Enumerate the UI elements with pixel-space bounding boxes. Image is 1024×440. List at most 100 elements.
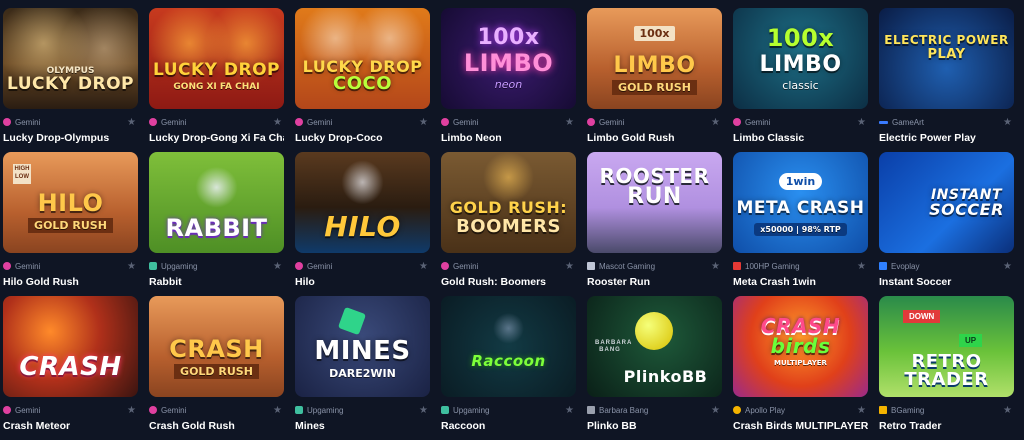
game-card[interactable]: Raccoon Upgaming ★ Raccoon xyxy=(441,296,576,440)
game-title[interactable]: Retro Trader xyxy=(879,420,1014,432)
favorite-star-icon[interactable]: ★ xyxy=(711,117,720,128)
favorite-star-icon[interactable]: ★ xyxy=(857,117,866,128)
game-thumbnail[interactable]: ROOSTER RUN xyxy=(587,152,722,253)
favorite-star-icon[interactable]: ★ xyxy=(1003,117,1012,128)
provider-row: Gemini ★ xyxy=(441,259,576,273)
game-thumbnail[interactable]: 100x LIMBO GOLD RUSH xyxy=(587,8,722,109)
game-card[interactable]: MINES DARE2WIN Upgaming ★ Mines xyxy=(295,296,430,440)
game-thumbnail[interactable]: Raccoon xyxy=(441,296,576,397)
favorite-star-icon[interactable]: ★ xyxy=(565,405,574,416)
favorite-star-icon[interactable]: ★ xyxy=(711,405,720,416)
favorite-star-icon[interactable]: ★ xyxy=(273,405,282,416)
game-card[interactable]: BARBARA BANG PlinkoBB Barbara Bang ★ Pli… xyxy=(587,296,722,440)
game-thumbnail[interactable]: RABBIT xyxy=(149,152,284,253)
game-title[interactable]: Limbo Classic xyxy=(733,132,868,144)
game-title[interactable]: Lucky Drop-Gong Xi Fa Chai xyxy=(149,132,284,144)
game-card[interactable]: HIGH LOW HILO GOLD RUSH Gemini ★ Hilo Go… xyxy=(3,152,138,296)
favorite-star-icon[interactable]: ★ xyxy=(419,261,428,272)
art-title: HILO xyxy=(37,188,104,217)
game-card[interactable]: INSTANT SOCCER Evoplay ★ Instant Soccer xyxy=(879,152,1014,296)
favorite-star-icon[interactable]: ★ xyxy=(857,405,866,416)
game-title[interactable]: Hilo xyxy=(295,276,430,288)
provider-logo-icon xyxy=(587,406,595,414)
game-thumbnail[interactable]: 100x LIMBO neon xyxy=(441,8,576,109)
game-card[interactable]: LUCKY DROP GONG XI FA CHAI Gemini ★ Luck… xyxy=(149,8,284,152)
game-thumbnail[interactable]: DOWN UP RETRO TRADER xyxy=(879,296,1014,397)
game-thumbnail[interactable]: OLYMPUS LUCKY DROP xyxy=(3,8,138,109)
game-title[interactable]: Crash Birds MULTIPLAYER xyxy=(733,420,868,432)
game-card[interactable]: CRASH GOLD RUSH Gemini ★ Crash Gold Rush xyxy=(149,296,284,440)
game-thumbnail[interactable]: INSTANT SOCCER xyxy=(879,152,1014,253)
game-thumbnail[interactable]: HILO xyxy=(295,152,430,253)
favorite-star-icon[interactable]: ★ xyxy=(419,117,428,128)
game-title[interactable]: Plinko BB xyxy=(587,420,722,432)
game-thumbnail[interactable]: CRASH birds MULTIPLAYER xyxy=(733,296,868,397)
favorite-star-icon[interactable]: ★ xyxy=(273,261,282,272)
game-card[interactable]: GOLD RUSH: BOOMERS Gemini ★ Gold Rush: B… xyxy=(441,152,576,296)
provider-logo-icon xyxy=(295,118,303,126)
game-thumbnail[interactable]: HIGH LOW HILO GOLD RUSH xyxy=(3,152,138,253)
favorite-star-icon[interactable]: ★ xyxy=(1003,261,1012,272)
game-card[interactable]: 100x LIMBO classic Gemini ★ Limbo Classi… xyxy=(733,8,868,152)
favorite-star-icon[interactable]: ★ xyxy=(127,405,136,416)
provider-row: Gemini ★ xyxy=(3,259,138,273)
game-title[interactable]: Limbo Neon xyxy=(441,132,576,144)
game-thumbnail[interactable]: MINES DARE2WIN xyxy=(295,296,430,397)
favorite-star-icon[interactable]: ★ xyxy=(127,261,136,272)
game-card[interactable]: HILO Gemini ★ Hilo xyxy=(295,152,430,296)
game-thumbnail[interactable]: ELECTRIC POWER PLAY xyxy=(879,8,1014,109)
game-thumbnail[interactable]: LUCKY DROP COCO xyxy=(295,8,430,109)
favorite-star-icon[interactable]: ★ xyxy=(565,261,574,272)
game-card[interactable]: CRASH Gemini ★ Crash Meteor xyxy=(3,296,138,440)
art-subtitle: neon xyxy=(494,77,523,91)
game-card[interactable]: ROOSTER RUN Mascot Gaming ★ Rooster Run xyxy=(587,152,722,296)
art-multiplier: 100x xyxy=(477,24,540,50)
game-title[interactable]: Instant Soccer xyxy=(879,276,1014,288)
game-title[interactable]: Crash Meteor xyxy=(3,420,138,432)
game-title[interactable]: Crash Gold Rush xyxy=(149,420,284,432)
favorite-star-icon[interactable]: ★ xyxy=(857,261,866,272)
game-card[interactable]: DOWN UP RETRO TRADER BGaming ★ Retro Tra… xyxy=(879,296,1014,440)
game-thumbnail[interactable]: BARBARA BANG PlinkoBB xyxy=(587,296,722,397)
game-thumbnail[interactable]: 100x LIMBO classic xyxy=(733,8,868,109)
provider-name: Upgaming xyxy=(161,261,198,271)
favorite-star-icon[interactable]: ★ xyxy=(127,117,136,128)
game-thumbnail[interactable]: 1win META CRASH x50000 | 98% RTP xyxy=(733,152,868,253)
art-title: META CRASH xyxy=(736,197,865,218)
provider-row: Mascot Gaming ★ xyxy=(587,259,722,273)
favorite-star-icon[interactable]: ★ xyxy=(273,117,282,128)
game-title[interactable]: Raccoon xyxy=(441,420,576,432)
game-title[interactable]: Lucky Drop-Coco xyxy=(295,132,430,144)
game-card[interactable]: LUCKY DROP COCO Gemini ★ Lucky Drop-Coco xyxy=(295,8,430,152)
game-title[interactable]: Rooster Run xyxy=(587,276,722,288)
art-subtitle: GOLD RUSH xyxy=(174,363,259,379)
game-title[interactable]: Electric Power Play xyxy=(879,132,1014,144)
game-title[interactable]: Limbo Gold Rush xyxy=(587,132,722,144)
game-card[interactable]: 1win META CRASH x50000 | 98% RTP 100HP G… xyxy=(733,152,868,296)
game-card[interactable]: 100x LIMBO neon Gemini ★ Limbo Neon xyxy=(441,8,576,152)
favorite-star-icon[interactable]: ★ xyxy=(565,117,574,128)
art-title: RETRO xyxy=(911,350,982,372)
game-title[interactable]: Rabbit xyxy=(149,276,284,288)
game-card[interactable]: CRASH birds MULTIPLAYER Apollo Play ★ Cr… xyxy=(733,296,868,440)
favorite-star-icon[interactable]: ★ xyxy=(711,261,720,272)
provider-name: Gemini xyxy=(15,117,41,127)
favorite-star-icon[interactable]: ★ xyxy=(1003,405,1012,416)
provider-name: Gemini xyxy=(453,261,479,271)
game-thumbnail[interactable]: CRASH GOLD RUSH xyxy=(149,296,284,397)
game-card[interactable]: 100x LIMBO GOLD RUSH Gemini ★ Limbo Gold… xyxy=(587,8,722,152)
game-title[interactable]: Meta Crash 1win xyxy=(733,276,868,288)
game-thumbnail[interactable]: GOLD RUSH: BOOMERS xyxy=(441,152,576,253)
game-thumbnail[interactable]: LUCKY DROP GONG XI FA CHAI xyxy=(149,8,284,109)
game-card[interactable]: OLYMPUS LUCKY DROP Gemini ★ Lucky Drop-O… xyxy=(3,8,138,152)
game-title[interactable]: Mines xyxy=(295,420,430,432)
game-title[interactable]: Lucky Drop-Olympus xyxy=(3,132,138,144)
game-title[interactable]: Hilo Gold Rush xyxy=(3,276,138,288)
provider-logo-icon xyxy=(587,118,595,126)
game-card[interactable]: ELECTRIC POWER PLAY GameArt ★ Electric P… xyxy=(879,8,1014,152)
provider-row: Gemini ★ xyxy=(441,115,576,129)
game-card[interactable]: RABBIT Upgaming ★ Rabbit xyxy=(149,152,284,296)
game-title[interactable]: Gold Rush: Boomers xyxy=(441,276,576,288)
game-thumbnail[interactable]: CRASH xyxy=(3,296,138,397)
favorite-star-icon[interactable]: ★ xyxy=(419,405,428,416)
